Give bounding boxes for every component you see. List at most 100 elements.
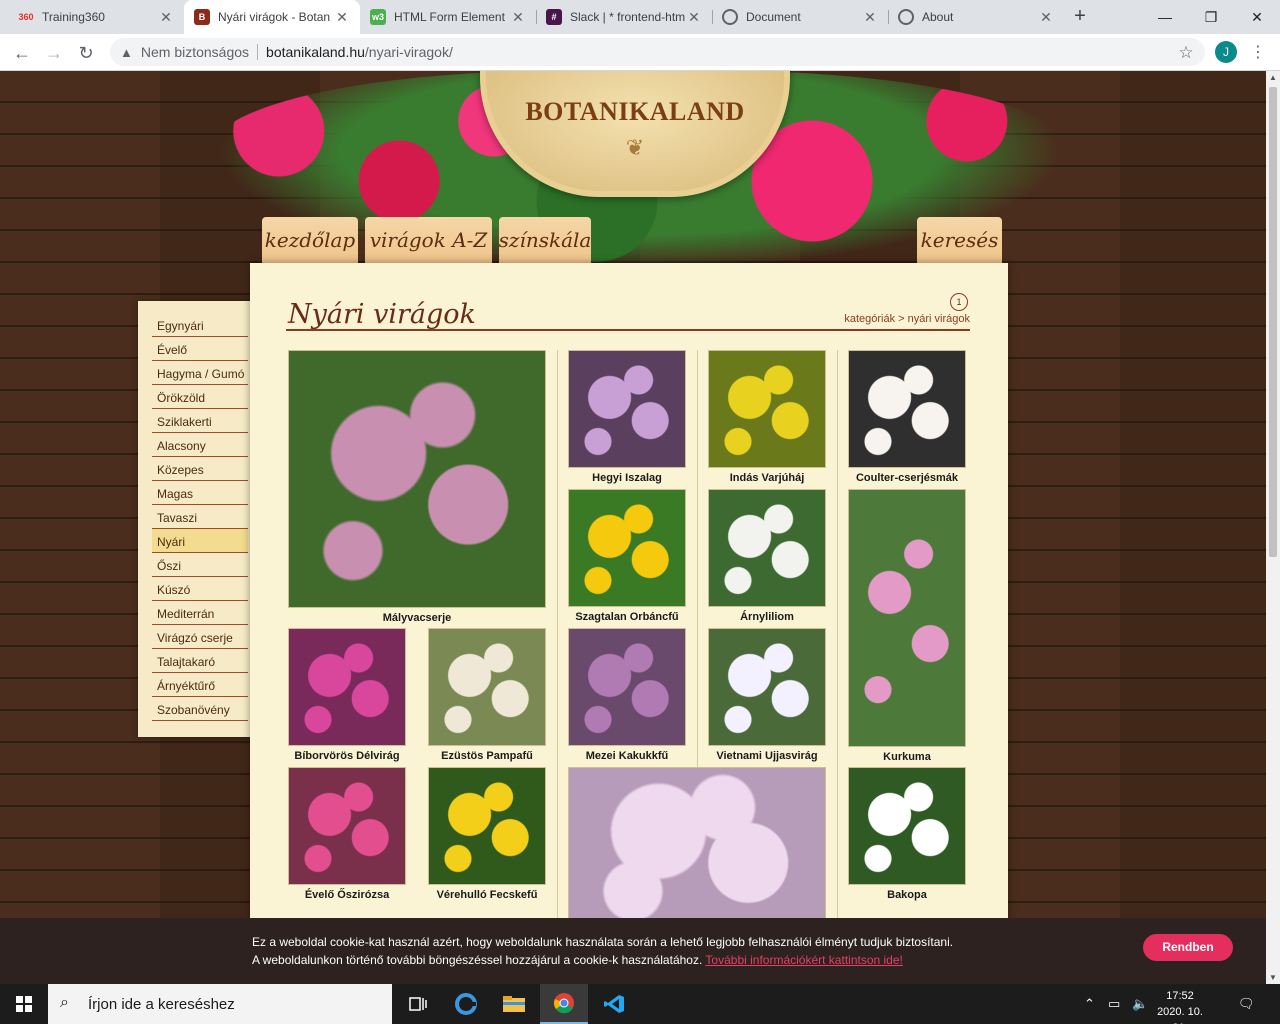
plant-photo[interactable] xyxy=(568,767,826,927)
plant-card[interactable]: Évelő Őszirózsa xyxy=(288,767,406,903)
sidebar-item[interactable]: Őszi xyxy=(152,553,248,577)
sidebar-item[interactable]: Hagyma / Gumó xyxy=(152,361,248,385)
close-tab-icon[interactable]: ✕ xyxy=(334,9,350,26)
restore-icon[interactable]: ❐ xyxy=(1188,0,1234,34)
show-hidden-icons-icon[interactable]: ⌃ xyxy=(1084,984,1095,1024)
new-tab-icon[interactable]: + xyxy=(1068,4,1092,28)
nav-kezdolap[interactable]: kezdőlap xyxy=(262,217,358,263)
sidebar-item[interactable]: Alacsony xyxy=(152,433,248,457)
file-explorer-icon[interactable] xyxy=(490,984,538,1024)
plant-photo[interactable] xyxy=(288,628,406,746)
plant-card[interactable]: Árnyliliom xyxy=(708,489,826,625)
plant-photo[interactable] xyxy=(848,767,966,885)
bookmark-star-icon[interactable]: ☆ xyxy=(1172,39,1200,67)
plant-photo[interactable] xyxy=(288,767,406,885)
tab-training360[interactable]: 360 Training360 ✕ xyxy=(8,0,184,34)
vscode-icon[interactable] xyxy=(590,984,638,1024)
nav-szinskala[interactable]: színskála xyxy=(499,217,591,263)
plant-card[interactable]: Hegyi Iszalag xyxy=(568,350,686,486)
plant-card[interactable]: Vérehulló Fecskefű xyxy=(428,767,546,903)
tab-nyari-viragok[interactable]: B Nyári virágok - Botan ✕ xyxy=(184,0,360,34)
tab-about[interactable]: About ✕ xyxy=(888,0,1064,34)
plant-name[interactable]: Évelő Őszirózsa xyxy=(288,889,406,901)
close-tab-icon[interactable]: ✕ xyxy=(686,9,702,26)
plant-photo[interactable] xyxy=(848,489,966,747)
plant-name[interactable]: Bakopa xyxy=(848,889,966,901)
plant-name[interactable]: Szagtalan Orbáncfű xyxy=(568,611,686,623)
minimize-icon[interactable]: — xyxy=(1142,0,1188,34)
sidebar-item[interactable]: Szobanövény xyxy=(152,697,248,721)
sidebar-item[interactable]: Közepes xyxy=(152,457,248,481)
profile-avatar[interactable]: J xyxy=(1215,41,1237,63)
plant-card[interactable]: Coulter-cserjésmák xyxy=(848,350,966,486)
sidebar-item[interactable]: Örökzöld xyxy=(152,385,248,409)
plant-photo[interactable] xyxy=(428,767,546,885)
plant-name[interactable]: Bíborvörös Délvirág xyxy=(288,750,406,762)
scrollbar-thumb[interactable] xyxy=(1269,87,1277,557)
sidebar-item[interactable]: Mediterrán xyxy=(152,601,248,625)
plant-photo[interactable] xyxy=(288,350,546,608)
plant-photo[interactable] xyxy=(708,350,826,468)
sidebar-item[interactable]: Sziklakerti xyxy=(152,409,248,433)
plant-photo[interactable] xyxy=(568,628,686,746)
network-icon[interactable]: ▭ xyxy=(1108,984,1120,1024)
tab-html-form[interactable]: w3 HTML Form Element ✕ xyxy=(360,0,536,34)
warning-icon[interactable]: ▲ xyxy=(120,45,133,60)
plant-card[interactable]: Ezüstös Pampafű xyxy=(428,628,546,764)
plant-name[interactable]: Mezei Kakukkfű xyxy=(568,750,686,762)
plant-name[interactable]: Vérehulló Fecskefű xyxy=(428,889,546,901)
address-bar[interactable]: ▲ Nem biztonságos botanikaland.hu/nyari-… xyxy=(110,38,1205,66)
close-window-icon[interactable]: ✕ xyxy=(1234,0,1280,34)
plant-card[interactable]: Bíborvörös Délvirág xyxy=(288,628,406,764)
back-icon[interactable]: ← xyxy=(8,39,36,67)
edge-icon[interactable] xyxy=(442,984,490,1024)
sidebar-item[interactable]: Egynyári xyxy=(152,313,248,337)
cookie-more-info-link[interactable]: További információkért kattintson ide! xyxy=(705,953,902,967)
breadcrumb[interactable]: kategóriák > nyári virágok xyxy=(840,313,970,325)
sidebar-item[interactable]: Nyári xyxy=(152,529,248,553)
task-view-icon[interactable] xyxy=(394,984,442,1024)
page-scrollbar[interactable]: ▲ ▼ xyxy=(1266,71,1280,984)
plant-photo[interactable] xyxy=(568,350,686,468)
sidebar-item[interactable]: Tavaszi xyxy=(152,505,248,529)
sidebar-item[interactable]: Kúszó xyxy=(152,577,248,601)
sidebar-item[interactable]: Virágzó cserje xyxy=(152,625,248,649)
menu-kebab-icon[interactable]: ⋮ xyxy=(1248,39,1268,67)
plant-name[interactable]: Árnyliliom xyxy=(708,611,826,623)
reload-icon[interactable]: ↻ xyxy=(72,39,100,67)
forward-icon[interactable]: → xyxy=(40,39,68,67)
plant-card[interactable]: Szagtalan Orbáncfű xyxy=(568,489,686,625)
nav-viragok-a-z[interactable]: virágok A-Z xyxy=(365,217,492,263)
plant-card[interactable]: Indás Varjúháj xyxy=(708,350,826,486)
close-tab-icon[interactable]: ✕ xyxy=(510,9,526,26)
plant-name[interactable]: Kurkuma xyxy=(848,751,966,763)
tab-document[interactable]: Document ✕ xyxy=(712,0,888,34)
plant-card[interactable]: Vietnami Ujjasvirág xyxy=(708,628,826,764)
plant-photo[interactable] xyxy=(568,489,686,607)
taskbar-search[interactable]: ⌕ Írjon ide a kereséshez xyxy=(48,984,392,1024)
cookie-accept-button[interactable]: Rendben xyxy=(1143,934,1233,961)
close-tab-icon[interactable]: ✕ xyxy=(1038,9,1054,26)
plant-photo[interactable] xyxy=(848,350,966,468)
plant-name[interactable]: Coulter-cserjésmák xyxy=(848,472,966,484)
page-number-badge[interactable]: 1 xyxy=(950,293,968,311)
close-tab-icon[interactable]: ✕ xyxy=(158,9,174,26)
plant-name[interactable]: Indás Varjúháj xyxy=(708,472,826,484)
plant-name[interactable]: Vietnami Ujjasvirág xyxy=(708,750,826,762)
scroll-up-icon[interactable]: ▲ xyxy=(1266,73,1280,82)
sidebar-item[interactable]: Árnyéktűrő xyxy=(152,673,248,697)
plant-card[interactable]: Mezei Kakukkfű xyxy=(568,628,686,764)
plant-name[interactable]: Mályvacserje xyxy=(288,612,546,624)
system-clock[interactable]: 17:52 2020. 10. 31. xyxy=(1150,988,1210,1024)
plant-name[interactable]: Ezüstös Pampafű xyxy=(428,750,546,762)
scroll-down-icon[interactable]: ▼ xyxy=(1266,973,1280,982)
plant-card[interactable]: Bakopa xyxy=(848,767,966,903)
volume-icon[interactable]: 🔈 xyxy=(1132,984,1148,1024)
plant-photo[interactable] xyxy=(428,628,546,746)
sidebar-item[interactable]: Magas xyxy=(152,481,248,505)
nav-kereses[interactable]: keresés xyxy=(917,217,1002,263)
notifications-icon[interactable]: 🗨 xyxy=(1238,984,1255,1024)
chrome-icon[interactable] xyxy=(540,984,588,1024)
plant-card[interactable]: Mályvacserje xyxy=(288,350,546,626)
plant-name[interactable]: Hegyi Iszalag xyxy=(568,472,686,484)
